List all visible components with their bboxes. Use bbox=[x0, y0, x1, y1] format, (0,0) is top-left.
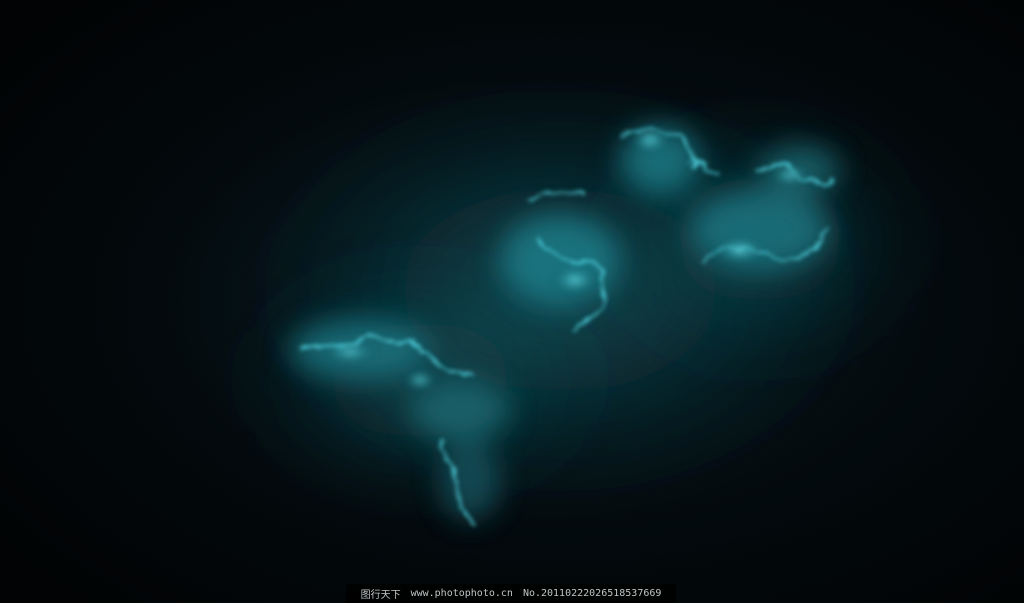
watermark-site-name: 图行天下 bbox=[360, 590, 401, 601]
nebula-background-image: 图行天下 www.photophoto.cn No.20110222026518… bbox=[0, 0, 1024, 603]
watermark-url: www.photophoto.cn bbox=[410, 588, 513, 599]
watermark-strip: 图行天下 www.photophoto.cn No.20110222026518… bbox=[346, 584, 676, 603]
watermark-image-number: No.20110222026518537669 bbox=[522, 588, 662, 599]
nebula-cloud-graphic bbox=[220, 80, 940, 531]
